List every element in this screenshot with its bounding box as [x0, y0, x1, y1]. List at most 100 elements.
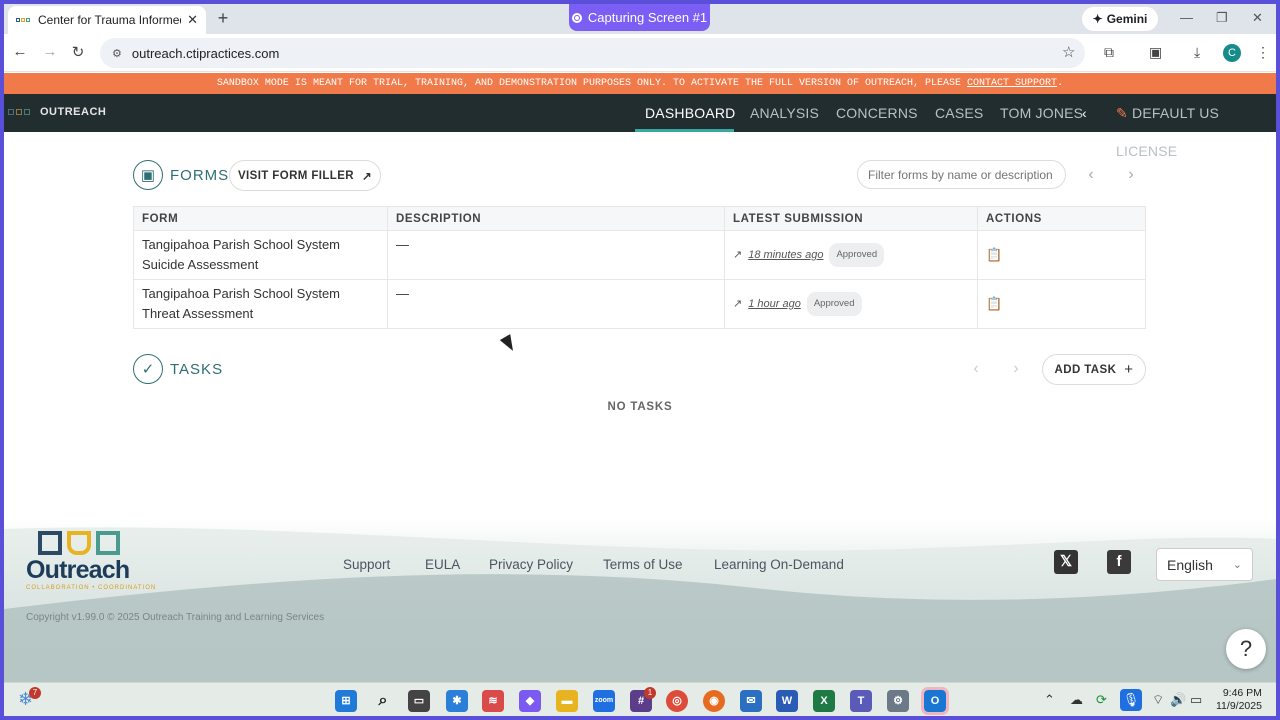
chevron-left-icon[interactable]: ‹: [1082, 94, 1087, 132]
plus-icon: +: [1124, 361, 1134, 378]
tab-title: Center for Trauma Informed Pra: [38, 13, 181, 27]
add-task-button[interactable]: ADD TASK +: [1042, 354, 1146, 385]
download-icon[interactable]: ⤓: [1194, 44, 1200, 61]
system-clock[interactable]: 9:46 PM 11/9/2025: [1216, 687, 1262, 713]
forms-filter-input[interactable]: [857, 160, 1066, 189]
copilot-icon[interactable]: ◆: [519, 690, 541, 712]
chevron-down-icon: ⌄: [1232, 559, 1242, 571]
bookmark-star-icon[interactable]: ☆: [1062, 43, 1075, 61]
status-badge: Approved: [829, 243, 885, 267]
minimize-icon[interactable]: —: [1180, 10, 1193, 25]
form-name[interactable]: Tangipahoa Parish School System Suicide …: [133, 230, 388, 280]
word-icon[interactable]: W: [776, 690, 798, 712]
table-row[interactable]: Tangipahoa Parish School System Threat A…: [133, 279, 1146, 329]
footer-link-privacy[interactable]: Privacy Policy: [489, 557, 573, 572]
outlook-icon[interactable]: O: [921, 687, 949, 715]
license-menu[interactable]: ✎ DEFAULT US LICENSE: [1116, 94, 1276, 159]
help-button[interactable]: ?: [1226, 629, 1266, 669]
sync-icon[interactable]: ⟳: [1096, 692, 1107, 708]
tab-search-icon[interactable]: ▣: [1149, 44, 1162, 61]
mail-icon[interactable]: ✉: [740, 690, 762, 712]
search-icon[interactable]: ⌕: [372, 690, 394, 712]
address-bar[interactable]: ⚙ outreach.ctipractices.com: [100, 38, 1085, 68]
contact-support-link[interactable]: CONTACT SUPPORT: [967, 78, 1057, 89]
forms-next-page-icon[interactable]: ›: [1116, 160, 1146, 190]
screen: Center for Trauma Informed Pra ✕ + Captu…: [4, 4, 1276, 716]
app-navbar: OUTREACH DASHBOARD ANALYSIS CONCERNS CAS…: [4, 94, 1276, 159]
brand-name: OUTREACH: [40, 106, 107, 118]
profile-avatar[interactable]: C: [1223, 44, 1241, 62]
app-icon-2[interactable]: ≋: [482, 690, 504, 712]
microphone-icon[interactable]: 🎙: [1120, 689, 1142, 711]
tray-chevron-up-icon[interactable]: ⌃: [1044, 692, 1055, 708]
forms-title: FORMS: [170, 167, 230, 184]
outreach-logo[interactable]: Outreach COLLABORATION • COORDINATION: [26, 531, 156, 591]
extensions-icon[interactable]: ⧉: [1104, 44, 1114, 61]
browser-tab[interactable]: Center for Trauma Informed Pra ✕: [8, 6, 206, 34]
site-info-icon[interactable]: ⚙: [112, 47, 122, 60]
teams-icon[interactable]: T: [850, 690, 872, 712]
table-row[interactable]: Tangipahoa Parish School System Suicide …: [133, 230, 1146, 280]
footer-link-learning[interactable]: Learning On-Demand: [714, 557, 844, 572]
footer-link-support[interactable]: Support: [343, 557, 390, 572]
excel-icon[interactable]: X: [813, 690, 835, 712]
weather-badge: 7: [29, 687, 41, 699]
tasks-prev-page-icon[interactable]: ‹: [961, 354, 991, 384]
footer-link-eula[interactable]: EULA: [425, 557, 460, 572]
nav-analysis[interactable]: ANALYSIS: [750, 94, 819, 132]
col-actions: ACTIONS: [977, 206, 1146, 231]
close-window-icon[interactable]: ✕: [1252, 10, 1263, 26]
nav-dashboard[interactable]: DASHBOARD: [645, 94, 735, 132]
zoom-icon[interactable]: zoom: [593, 690, 615, 712]
clock-date: 11/9/2025: [1216, 700, 1262, 712]
close-tab-icon[interactable]: ✕: [187, 12, 198, 28]
back-icon[interactable]: ←: [10, 43, 30, 60]
submission-time-link[interactable]: 18 minutes ago: [748, 245, 823, 265]
url-text: outreach.ctipractices.com: [131, 45, 280, 61]
facebook-icon[interactable]: f: [1107, 550, 1131, 574]
clipboard-icon[interactable]: 📋: [986, 296, 1002, 311]
forms-prev-page-icon[interactable]: ‹: [1076, 160, 1106, 190]
firefox-icon[interactable]: ◉: [703, 690, 725, 712]
pencil-icon: ✎: [1116, 105, 1128, 121]
capture-indicator: Capturing Screen #1: [569, 4, 710, 31]
file-explorer-icon[interactable]: ▬: [556, 690, 578, 712]
app-icon-1[interactable]: ✱: [446, 690, 468, 712]
start-icon[interactable]: ⊞: [335, 690, 357, 712]
clock-time: 9:46 PM: [1222, 687, 1262, 699]
form-description: —: [387, 279, 725, 329]
volume-icon[interactable]: 🔊: [1170, 692, 1186, 708]
form-name[interactable]: Tangipahoa Parish School System Threat A…: [133, 279, 388, 329]
visit-form-filler-label: VISIT FORM FILLER: [237, 169, 354, 182]
x-twitter-icon[interactable]: 𝕏: [1054, 550, 1078, 574]
gemini-button[interactable]: ✦ Gemini: [1082, 7, 1158, 31]
external-link-icon: ↗: [362, 170, 373, 183]
clipboard-icon[interactable]: 📋: [986, 247, 1002, 262]
gemini-label: Gemini: [1106, 12, 1148, 26]
language-select[interactable]: English ⌄: [1156, 548, 1253, 581]
forward-icon[interactable]: →: [40, 43, 60, 60]
chrome-icon[interactable]: ◎: [666, 690, 688, 712]
actions-cell: 📋: [977, 230, 1146, 280]
submission-time-link[interactable]: 1 hour ago: [748, 294, 801, 314]
brand[interactable]: OUTREACH: [8, 106, 106, 118]
wifi-icon[interactable]: ⌔: [1152, 692, 1164, 708]
nav-user-menu[interactable]: TOM JONES: [1000, 94, 1083, 132]
settings-gear-icon[interactable]: ⚙: [887, 690, 909, 712]
nav-cases[interactable]: CASES: [935, 94, 983, 132]
footer-link-terms[interactable]: Terms of Use: [603, 557, 683, 572]
tasks-next-page-icon[interactable]: ›: [1001, 354, 1031, 384]
task-view-icon[interactable]: ▭: [408, 690, 430, 712]
restore-icon[interactable]: ❐: [1216, 10, 1228, 26]
onedrive-icon[interactable]: ☁: [1070, 692, 1083, 708]
new-tab-button[interactable]: +: [212, 8, 234, 29]
weather-widget[interactable]: ❄ 7: [18, 687, 41, 711]
nav-concerns[interactable]: CONCERNS: [836, 94, 918, 132]
menu-kebab-icon[interactable]: ⋮: [1256, 44, 1270, 61]
reload-icon[interactable]: ↻: [68, 43, 88, 61]
col-description: DESCRIPTION: [387, 206, 725, 231]
col-latest-submission: LATEST SUBMISSION: [724, 206, 978, 231]
browser-tab-strip: Center for Trauma Informed Pra ✕ + Captu…: [4, 4, 1276, 34]
battery-icon[interactable]: ▭: [1190, 692, 1202, 708]
visit-form-filler-button[interactable]: VISIT FORM FILLER ↗: [229, 160, 381, 191]
